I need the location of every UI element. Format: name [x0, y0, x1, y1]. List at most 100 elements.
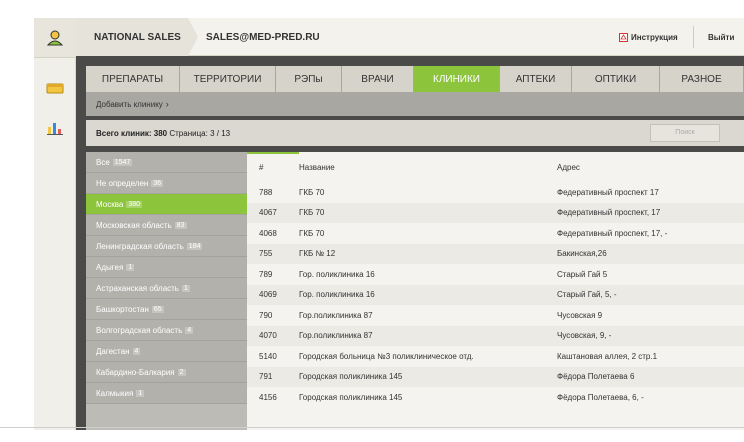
- cell-name: Городская поликлиника 145: [299, 392, 403, 402]
- region-count-badge: 184: [186, 242, 203, 250]
- cell-name: Городская поликлиника 145: [299, 372, 403, 382]
- region-item[interactable]: Калмыкия 1: [86, 383, 247, 404]
- table-row[interactable]: 791 Городская поликлиника 145 Фёдора Полет…: [247, 366, 744, 387]
- cell-name: ГКБ № 12: [299, 249, 336, 259]
- add-clinic-bar: Добавить клинику ›: [86, 92, 744, 116]
- profile-button[interactable]: [34, 18, 76, 58]
- region-item[interactable]: Не определен 36: [86, 173, 247, 194]
- region-item[interactable]: Дагестан 4: [86, 341, 247, 362]
- header-divider: [693, 26, 694, 48]
- region-name: Ленинградская область: [96, 241, 184, 251]
- tab-item[interactable]: ПРЕПАРАТЫ: [86, 66, 180, 92]
- cell-address: Старый Гай 5: [557, 269, 608, 279]
- region-name: Адыгея: [96, 262, 124, 272]
- region-count-badge: 36: [151, 179, 164, 187]
- table-row[interactable]: 5140 Городская больница №3 поликлиническо…: [247, 346, 744, 367]
- bar-chart-icon: [47, 123, 63, 135]
- tab-item[interactable]: РАЗНОЕ: [660, 66, 744, 92]
- tab-item[interactable]: ОПТИКИ: [572, 66, 660, 92]
- region-item[interactable]: Астраханская область 1: [86, 278, 247, 299]
- table-row[interactable]: 4068 ГКБ 70 Федеративный проспект, 17, -: [247, 223, 744, 244]
- cell-id: 4156: [259, 392, 277, 402]
- region-count-badge: 380: [126, 200, 142, 208]
- cell-address: Бакинская,26: [557, 249, 607, 259]
- cell-id: 4068: [259, 228, 277, 238]
- table-row[interactable]: 4070 Гор.поликлиника 87 Чусовская, 9, -: [247, 325, 744, 346]
- cell-name: ГКБ 70: [299, 187, 325, 197]
- wallet-button[interactable]: [34, 68, 76, 108]
- region-count-badge: 1: [126, 263, 135, 271]
- table-row[interactable]: 755 ГКБ № 12 Бакинская,26: [247, 243, 744, 264]
- region-name: Башкортостан: [96, 304, 149, 314]
- table-body: 788 ГКБ 70 Федеративный проспект 17 4067 ГКБ…: [247, 182, 744, 408]
- region-count-badge: 65: [151, 305, 164, 313]
- cell-name: Гор.поликлиника 87: [299, 331, 373, 341]
- manual-label: Инструкция: [631, 32, 678, 42]
- cell-address: Старый Гай, 5, -: [557, 290, 617, 300]
- clinic-table: # Название Адрес 788 ГКБ 70 Федеративный п…: [247, 152, 744, 430]
- region-item[interactable]: Башкортостан 65: [86, 299, 247, 320]
- region-count-badge: 1: [136, 389, 145, 397]
- cell-id: 789: [259, 269, 273, 279]
- tab-item[interactable]: АПТЕКИ: [500, 66, 572, 92]
- total-count: 380: [153, 128, 168, 138]
- cell-address: Федеративный проспект, 17, -: [557, 228, 668, 238]
- tab-item[interactable]: РЭПы: [276, 66, 342, 92]
- table-row[interactable]: 4069 Гор. поликлиника 16 Старый Гай, 5, -: [247, 284, 744, 305]
- cell-address: Чусовская 9: [557, 310, 603, 320]
- table-row[interactable]: 4067 ГКБ 70 Федеративный проспект, 17: [247, 202, 744, 223]
- manual-link[interactable]: Инструкция: [619, 18, 678, 56]
- page-divider: [0, 427, 744, 428]
- add-clinic-link[interactable]: Добавить клинику: [96, 100, 163, 109]
- table-row[interactable]: 4156 Городская поликлиника 145 Фёдора Поле…: [247, 387, 744, 408]
- table-row[interactable]: 789 Гор. поликлиника 16 Старый Гай 5: [247, 264, 744, 285]
- cell-id: 755: [259, 249, 273, 259]
- cell-id: 4070: [259, 331, 277, 341]
- region-name: Астраханская область: [96, 283, 179, 293]
- cell-address: Чусовская, 9, -: [557, 331, 612, 341]
- tab-item[interactable]: ВРАЧИ: [342, 66, 414, 92]
- table-row[interactable]: 790 Гор.поликлиника 87 Чусовская 9: [247, 305, 744, 326]
- cell-address: Фёдора Полетаева 6: [557, 372, 635, 382]
- wallet-icon: [46, 83, 64, 94]
- region-count-badge: 1: [181, 284, 190, 292]
- page-label: Страница:: [169, 128, 208, 138]
- col-address-header[interactable]: Адрес: [557, 163, 744, 172]
- total-label: Всего клиник:: [96, 128, 152, 138]
- cell-id: 788: [259, 187, 273, 197]
- company-crumb[interactable]: NATIONAL SALES: [76, 18, 198, 56]
- region-count-badge: 4: [132, 347, 141, 355]
- cell-address: Федеративный проспект, 17: [557, 208, 661, 218]
- logout-link[interactable]: Выйти: [708, 18, 734, 56]
- region-count-badge: 83: [174, 221, 187, 229]
- col-id-header[interactable]: #: [247, 163, 299, 172]
- app-window: NATIONAL SALES SALES@MED-PRED.RU Инструк…: [0, 0, 744, 442]
- region-item[interactable]: Ленинградская область 184: [86, 236, 247, 257]
- region-item[interactable]: Кабардино-Балкария 2: [86, 362, 247, 383]
- stats-button[interactable]: [34, 108, 76, 148]
- region-item[interactable]: Москва 380: [86, 194, 247, 215]
- info-bar: Всего клиник: 380 Страница: 3 / 13 Поиск: [86, 120, 744, 146]
- region-count-badge: 1547: [112, 158, 133, 166]
- region-name: Москва: [96, 199, 124, 209]
- col-name-header[interactable]: Название: [299, 163, 557, 172]
- tab-item[interactable]: ТЕРРИТОРИИ: [180, 66, 276, 92]
- region-count-badge: 2: [177, 368, 186, 376]
- account-email: SALES@MED-PRED.RU: [206, 31, 320, 43]
- page-value: 3 / 13: [210, 128, 231, 138]
- tab-item[interactable]: КЛИНИКИ: [414, 66, 500, 92]
- region-name: Волгоградская область: [96, 325, 183, 335]
- top-header: NATIONAL SALES SALES@MED-PRED.RU Инструк…: [76, 18, 744, 56]
- region-item[interactable]: Московская область 83: [86, 215, 247, 236]
- region-item[interactable]: Волгоградская область 4: [86, 320, 247, 341]
- region-item[interactable]: Адыгея 1: [86, 257, 247, 278]
- region-item[interactable]: Все 1547: [86, 152, 247, 173]
- cell-name: Гор. поликлиника 16: [299, 290, 375, 300]
- cell-id: 5140: [259, 351, 277, 361]
- table-header: # Название Адрес: [247, 152, 744, 182]
- region-name: Дагестан: [96, 346, 130, 356]
- cell-name: Городская больница №3 поликлиническое от…: [299, 351, 474, 361]
- table-row[interactable]: 788 ГКБ 70 Федеративный проспект 17: [247, 182, 744, 203]
- search-input[interactable]: Поиск: [650, 124, 720, 142]
- cell-address: Федеративный проспект 17: [557, 187, 659, 197]
